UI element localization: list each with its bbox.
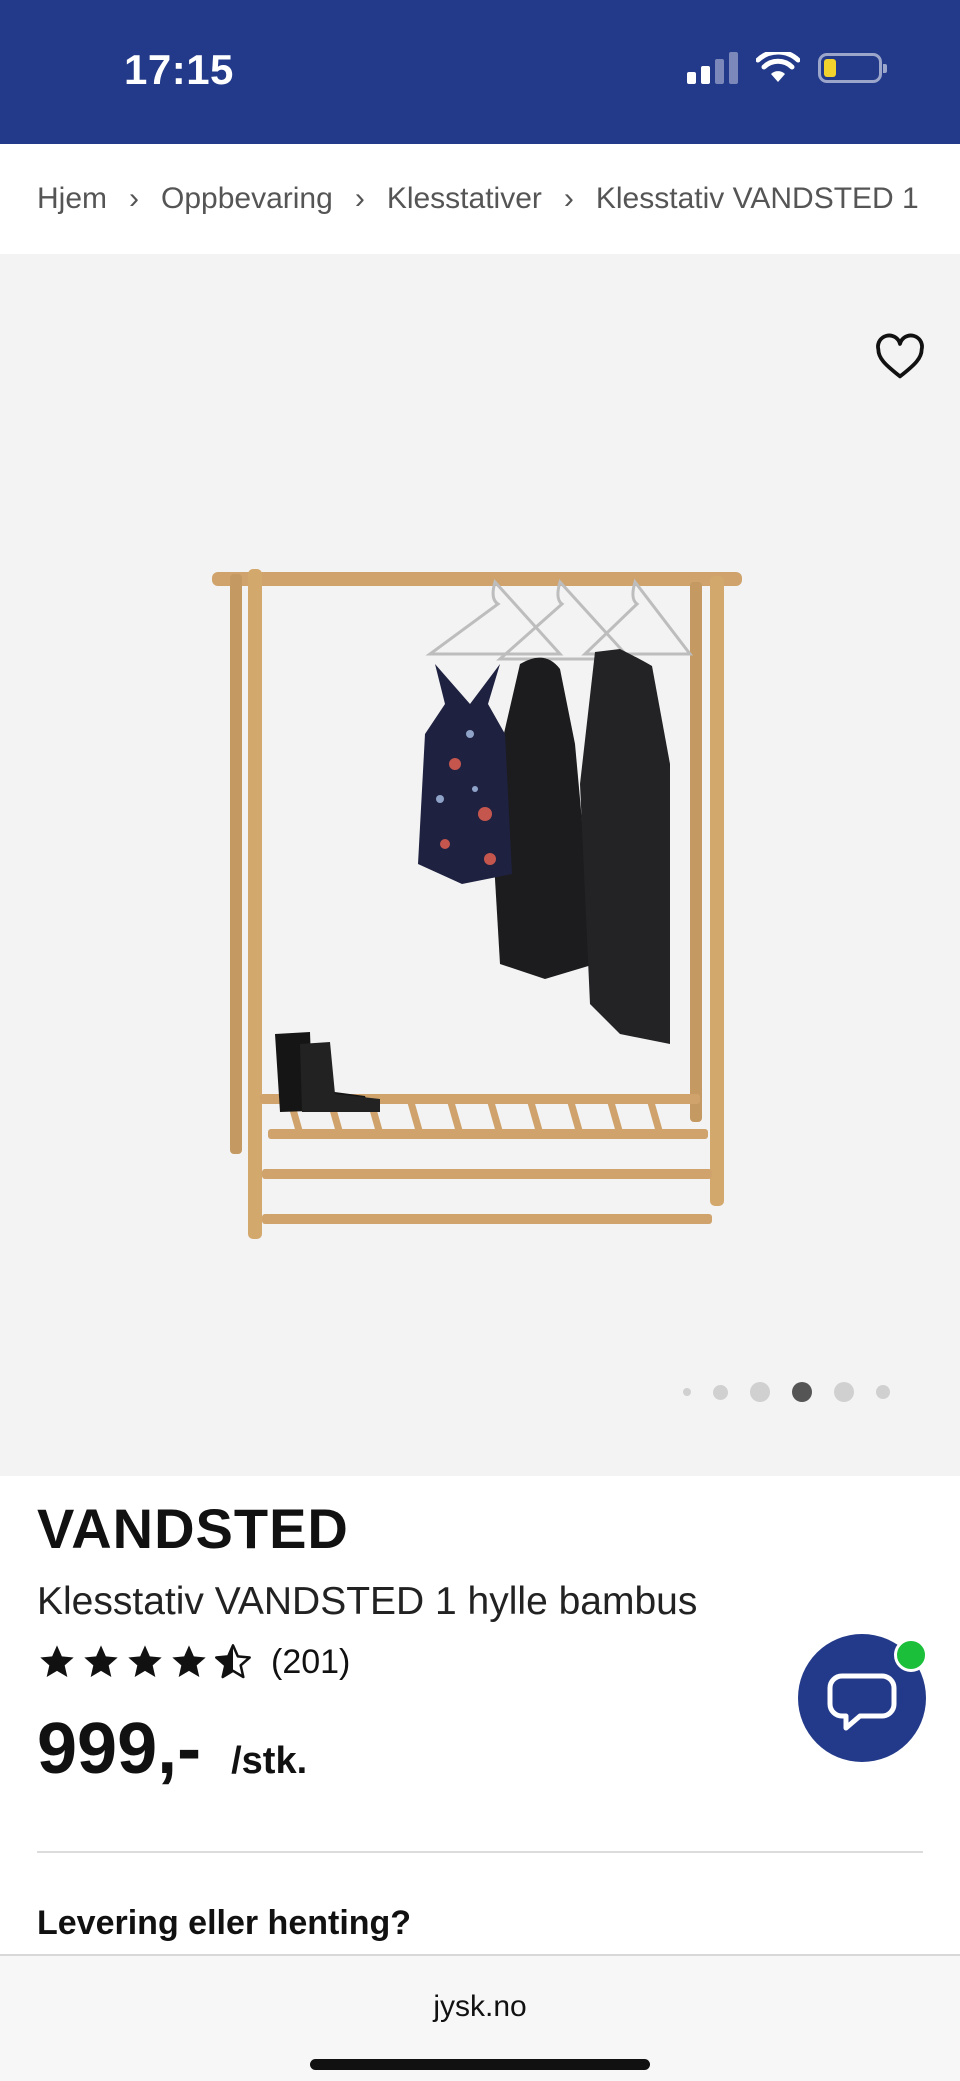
url-text[interactable]: jysk.no — [0, 1990, 960, 2024]
breadcrumb-item-current: Klesstativ VANDSTED 1 — [595, 182, 919, 215]
cellular-signal-icon — [687, 52, 738, 84]
pagination-dot[interactable] — [876, 1385, 890, 1399]
pagination-dot[interactable] — [683, 1388, 691, 1396]
star-filled-icon — [40, 1645, 74, 1677]
price-row: 999,- /stk. — [37, 1708, 307, 1790]
product-gallery[interactable] — [0, 254, 960, 1476]
breadcrumb-item-oppbevaring[interactable]: Oppbevaring — [161, 182, 333, 216]
star-half-icon — [215, 1644, 251, 1679]
product-image — [212, 569, 742, 1239]
star-filled-icon — [84, 1645, 118, 1677]
price-unit: /stk. — [231, 1740, 308, 1782]
status-icons — [687, 52, 887, 84]
online-status-badge — [894, 1638, 928, 1672]
rating-count[interactable]: (201) — [271, 1643, 350, 1682]
status-time: 17:15 — [124, 46, 234, 93]
product-rating[interactable]: (201) — [37, 1642, 350, 1682]
breadcrumb-separator: › — [129, 182, 140, 215]
star-filled-icon — [172, 1645, 206, 1677]
star-filled-icon — [128, 1645, 162, 1677]
product-price: 999,- — [37, 1709, 202, 1789]
divider — [37, 1851, 923, 1853]
wifi-icon — [756, 52, 800, 82]
gallery-pagination — [683, 1382, 890, 1402]
pagination-dot[interactable] — [834, 1382, 854, 1402]
breadcrumb-item-klesstativer[interactable]: Klesstativer — [387, 182, 542, 216]
breadcrumb-item-hjem[interactable]: Hjem — [37, 182, 107, 216]
browser-url-bar[interactable]: jysk.no — [0, 1954, 960, 2081]
battery-icon — [818, 53, 887, 83]
breadcrumb-separator: › — [563, 182, 574, 215]
status-bar: 17:15 — [0, 0, 960, 144]
pagination-dot[interactable] — [713, 1384, 728, 1400]
product-info: VANDSTED Klesstativ VANDSTED 1 hylle bam… — [0, 1476, 960, 1956]
delivery-heading[interactable]: Levering eller henting? — [37, 1904, 411, 1943]
pagination-dot-active[interactable] — [792, 1382, 812, 1402]
pagination-dot[interactable] — [750, 1382, 770, 1402]
chat-button[interactable] — [798, 1634, 928, 1762]
heart-outline-icon[interactable] — [874, 332, 926, 384]
breadcrumb-separator: › — [354, 182, 365, 215]
home-indicator — [310, 2059, 650, 2070]
breadcrumb: Hjem › Oppbevaring › Klesstativer › Kles… — [0, 144, 960, 254]
product-name: Klesstativ VANDSTED 1 hylle bambus — [37, 1580, 698, 1623]
product-brand: VANDSTED — [37, 1497, 349, 1560]
